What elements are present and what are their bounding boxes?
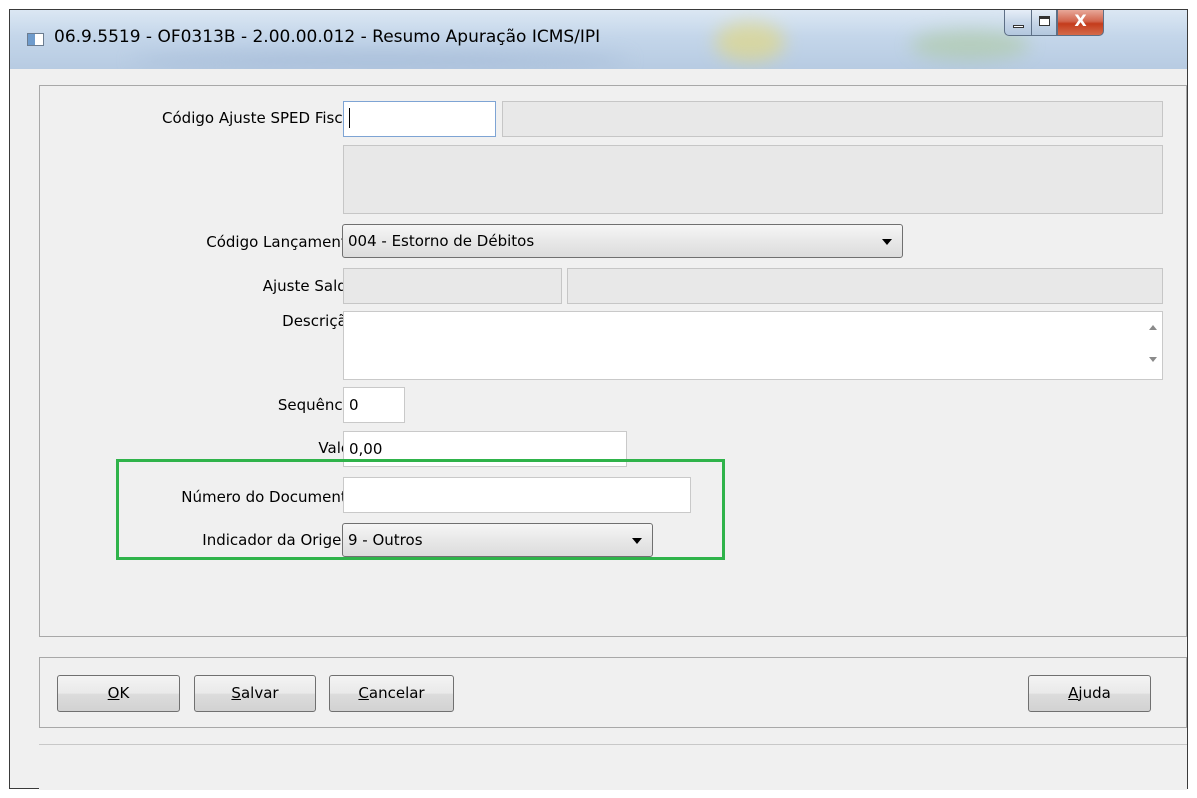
codigo-lancamento-label: Código Lançamento: — [206, 233, 361, 251]
codigo-ajuste-description — [502, 101, 1163, 137]
ajuda-button[interactable]: Ajuda — [1028, 675, 1151, 712]
maximize-button[interactable] — [1031, 10, 1057, 36]
codigo-ajuste-input[interactable] — [343, 101, 496, 137]
minimize-button[interactable] — [1004, 10, 1032, 36]
scroll-down-icon[interactable] — [1149, 357, 1157, 362]
descricao-scrollbar[interactable] — [1144, 312, 1162, 379]
codigo-lancamento-value: 004 - Estorno de Débitos — [348, 232, 535, 250]
sequencia-input[interactable]: 0 — [343, 387, 405, 423]
salvar-button[interactable]: Salvar — [194, 675, 316, 712]
ok-button[interactable]: OK — [57, 675, 180, 712]
codigo-ajuste-memo — [343, 145, 1163, 214]
ajuste-saldo-description — [567, 268, 1163, 304]
status-bar — [39, 744, 1187, 790]
maximize-icon — [1039, 16, 1050, 26]
codigo-ajuste-label: Código Ajuste SPED Fiscal: — [162, 109, 361, 127]
codigo-lancamento-select[interactable]: 004 - Estorno de Débitos — [342, 224, 903, 258]
close-button[interactable]: X — [1057, 10, 1104, 36]
button-bar: OK Salvar Cancelar Ajuda — [39, 657, 1187, 728]
application-window: 06.9.5519 - OF0313B - 2.00.00.012 - Resu… — [9, 9, 1188, 790]
text-caret — [349, 108, 350, 128]
scroll-up-icon[interactable] — [1149, 325, 1157, 330]
chevron-down-icon — [882, 239, 892, 245]
descricao-textarea[interactable] — [343, 311, 1163, 380]
ajuste-saldo-code — [343, 268, 562, 304]
close-icon: X — [1074, 11, 1087, 30]
cancelar-button[interactable]: Cancelar — [329, 675, 454, 712]
highlight-box — [116, 459, 725, 560]
minimize-icon — [1013, 25, 1024, 28]
window-app-icon — [27, 33, 44, 46]
title-bar[interactable]: 06.9.5519 - OF0313B - 2.00.00.012 - Resu… — [10, 10, 1187, 69]
window-title: 06.9.5519 - OF0313B - 2.00.00.012 - Resu… — [54, 27, 601, 47]
